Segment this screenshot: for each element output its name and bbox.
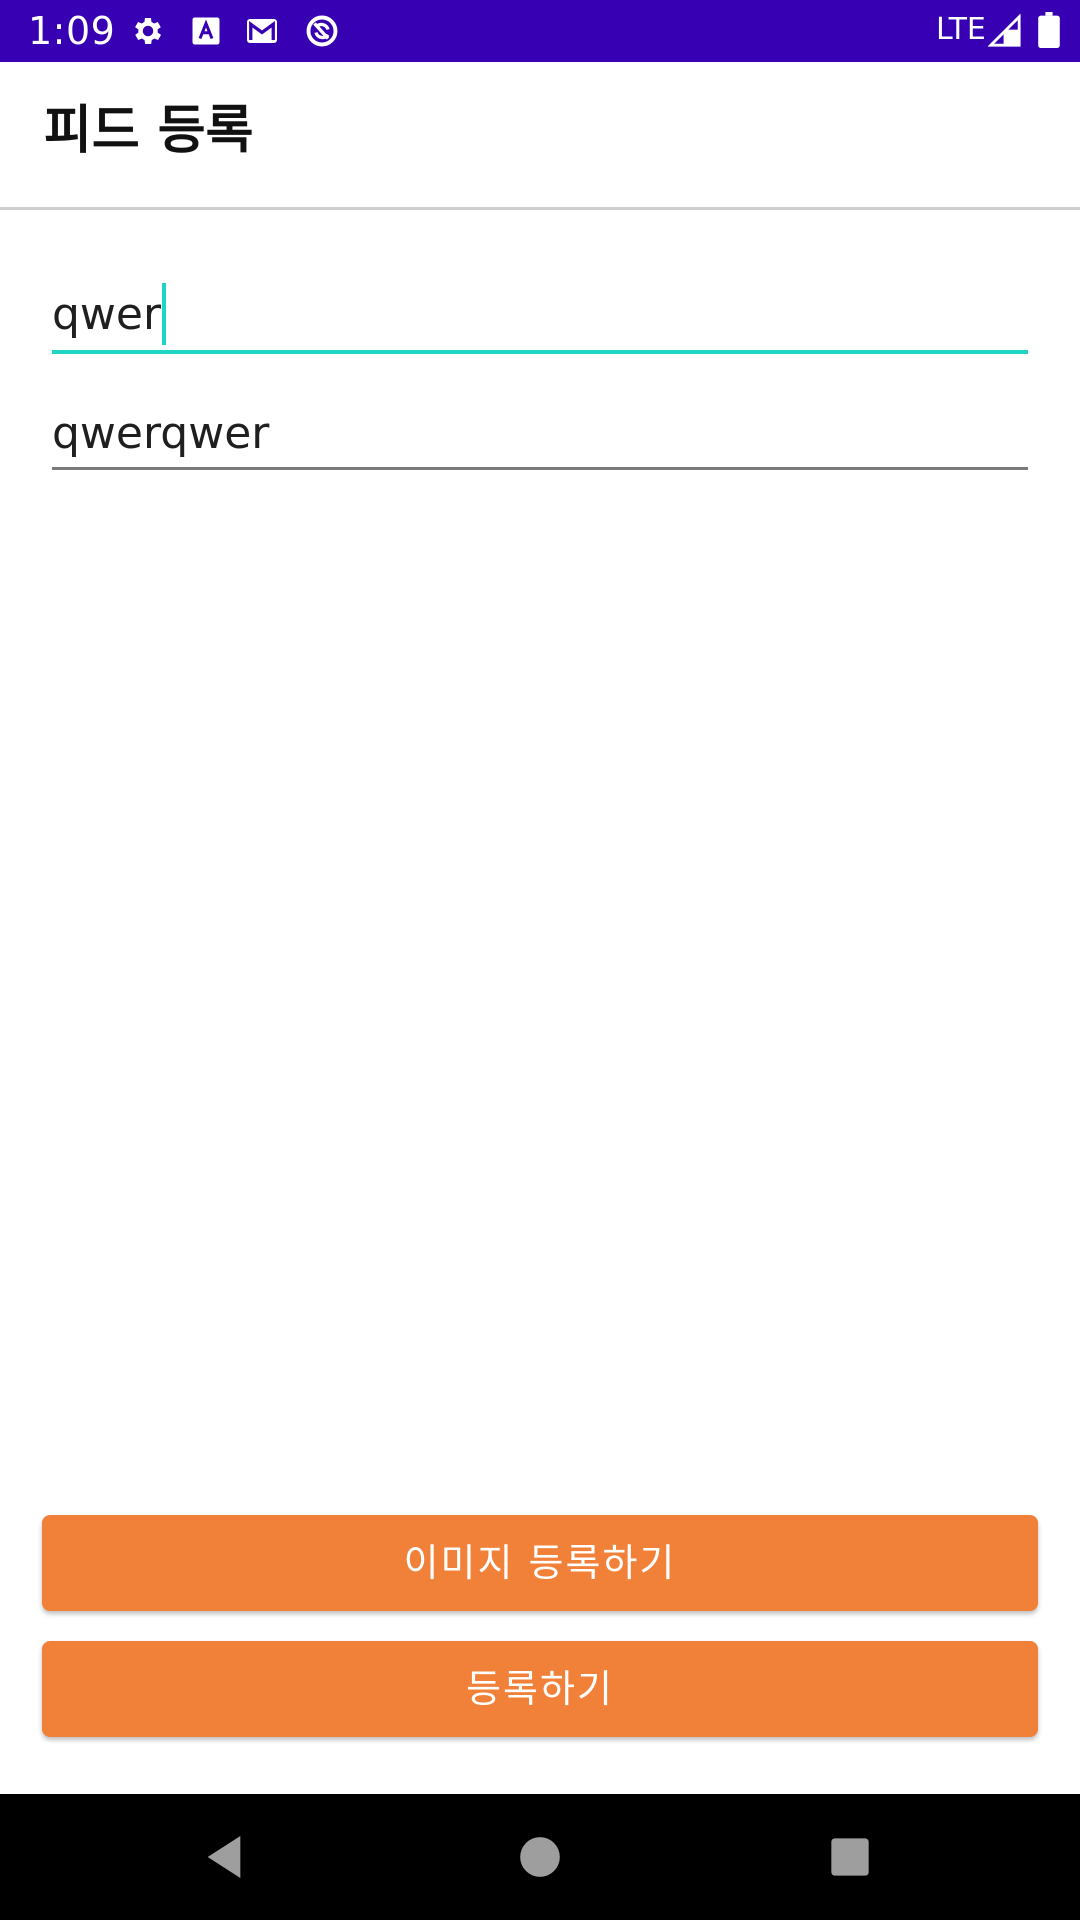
app-bar: 피드 등록 [0, 62, 1080, 210]
home-icon[interactable] [512, 1829, 568, 1885]
title-input-value: qwer [52, 283, 167, 348]
content-input-value: qwerqwer [52, 408, 270, 459]
network-type: LTE [936, 12, 986, 47]
page-title: 피드 등록 [44, 101, 254, 161]
content-input[interactable]: qwerqwer [52, 404, 1028, 476]
status-bar: 1:09 LTE [0, 0, 1080, 62]
register-button[interactable]: 등록하기 [42, 1641, 1038, 1737]
back-icon[interactable] [196, 1829, 252, 1885]
title-input-underline [52, 350, 1028, 354]
content-input-underline [52, 467, 1028, 470]
gmail-icon [244, 13, 280, 49]
title-input[interactable]: qwer [52, 280, 1028, 356]
signal-icon [987, 13, 1022, 48]
recents-icon[interactable] [822, 1829, 878, 1885]
sync-icon [304, 13, 340, 49]
battery-icon [1038, 12, 1060, 49]
image-register-button[interactable]: 이미지 등록하기 [42, 1515, 1038, 1611]
navigation-bar [0, 1794, 1080, 1920]
screen: 1:09 LTE 피드 등록 qwer qwerqwer 이미지 등록하기 등록… [0, 0, 1080, 1920]
text-cursor [162, 283, 167, 345]
status-time: 1:09 [28, 9, 116, 53]
gear-icon [130, 13, 166, 49]
font-icon [188, 13, 224, 49]
